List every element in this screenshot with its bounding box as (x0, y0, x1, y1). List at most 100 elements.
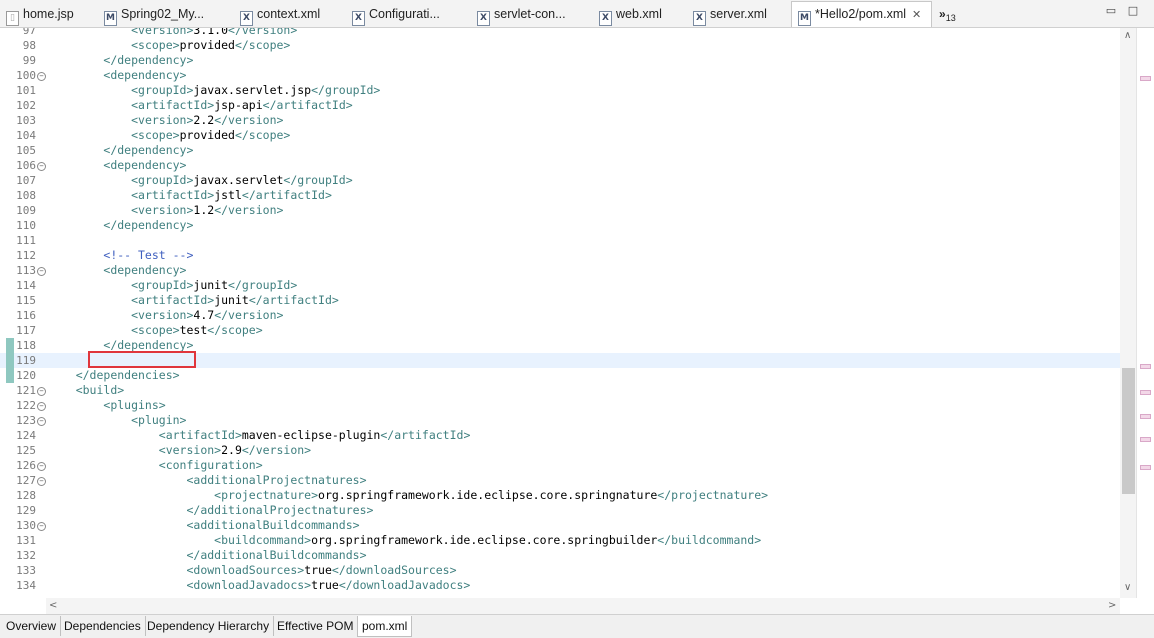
fold-toggle-icon[interactable]: − (37, 72, 46, 81)
tab-overflow-button[interactable]: »13 (939, 2, 969, 26)
code-line[interactable]: 116 <version>4.7</version> (0, 308, 1120, 323)
code-line[interactable]: 104 <scope>provided</scope> (0, 128, 1120, 143)
code-line[interactable]: 123− <plugin> (0, 413, 1120, 428)
code-line[interactable]: 125 <version>2.9</version> (0, 443, 1120, 458)
tab-effective-pom[interactable]: Effective POM (273, 616, 359, 636)
code-text: <additionalBuildcommands> (186, 518, 360, 532)
tab-dependency-hierarchy[interactable]: Dependency Hierarchy (143, 616, 275, 636)
tab-label: Configurati... (369, 7, 440, 21)
ruler-marker[interactable] (1140, 414, 1151, 419)
code-line[interactable]: 124 <artifactId>maven-eclipse-plugin</ar… (0, 428, 1120, 443)
code-line[interactable]: 114 <groupId>junit</groupId> (0, 278, 1120, 293)
code-line[interactable]: 130− <additionalBuildcommands> (0, 518, 1120, 533)
ruler-marker[interactable] (1140, 437, 1151, 442)
code-line[interactable]: 134 <downloadJavadocs>true</downloadJava… (0, 578, 1120, 593)
line-number: 123 (16, 414, 36, 427)
fold-toggle-icon[interactable]: − (37, 162, 46, 171)
tab-pom-xml[interactable]: pom.xml (357, 616, 413, 637)
horizontal-scrollbar[interactable]: < > (46, 598, 1120, 614)
tab-home-jsp[interactable]: ▯ home.jsp (6, 2, 96, 26)
tab-dependencies[interactable]: Dependencies (60, 616, 146, 636)
code-line[interactable]: 129 </additionalProjectnatures> (0, 503, 1120, 518)
code-text: </dependency> (103, 143, 194, 157)
code-line[interactable]: 107 <groupId>javax.servlet</groupId> (0, 173, 1120, 188)
code-text: <scope>provided</scope> (131, 128, 291, 142)
tab-overview[interactable]: Overview (2, 616, 62, 636)
code-line[interactable]: 99 </dependency> (0, 53, 1120, 68)
code-line[interactable]: 100− <dependency> (0, 68, 1120, 83)
fold-toggle-icon[interactable]: − (37, 387, 46, 396)
xml-file-icon: X (352, 11, 365, 26)
code-line[interactable]: 127− <additionalProjectnatures> (0, 473, 1120, 488)
fold-toggle-icon[interactable]: − (37, 267, 46, 276)
fold-toggle-icon[interactable]: − (37, 462, 46, 471)
scrollbar-thumb[interactable] (1122, 368, 1135, 494)
code-line[interactable]: 122− <plugins> (0, 398, 1120, 413)
code-line[interactable]: 98 <scope>provided</scope> (0, 38, 1120, 53)
tab-label: *Hello2/pom.xml (815, 7, 907, 21)
code-line[interactable]: 117 <scope>test</scope> (0, 323, 1120, 338)
code-line[interactable]: 113− <dependency> (0, 263, 1120, 278)
line-number: 117 (16, 324, 36, 337)
code-text: <plugin> (131, 413, 187, 427)
code-line[interactable]: 131 <buildcommand>org.springframework.id… (0, 533, 1120, 548)
code-line[interactable]: 97 <version>3.1.0</version> (0, 28, 1120, 38)
line-number: 99 (22, 54, 36, 67)
tab-label: home.jsp (23, 7, 74, 21)
tab-configuration[interactable]: X Configurati... (352, 2, 470, 26)
ruler-marker[interactable] (1140, 390, 1151, 395)
tab-label: context.xml (257, 7, 321, 21)
tab-context-xml[interactable]: Xcontext.xml (240, 2, 346, 26)
code-line[interactable]: 102 <artifactId>jsp-api</artifactId> (0, 98, 1120, 113)
code-line[interactable]: 106− <dependency> (0, 158, 1120, 173)
line-number: 109 (16, 204, 36, 217)
pom-editor-tabs: Overview Dependencies Dependency Hierarc… (0, 614, 1154, 638)
tab-web-xml[interactable]: Xweb.xml (599, 2, 691, 26)
tab-hello2-pom-xml[interactable]: M *Hello2/pom.xml ✕ (791, 1, 932, 27)
tab-spring02[interactable]: M Spring02_My... (104, 2, 232, 26)
scroll-down-icon[interactable]: ∨ (1124, 582, 1131, 593)
code-line[interactable]: 120 </dependencies> (0, 368, 1120, 383)
ruler-marker[interactable] (1140, 76, 1151, 81)
code-text: <artifactId>junit</artifactId> (131, 293, 339, 307)
line-number: 132 (16, 549, 36, 562)
code-line[interactable]: 133 <downloadSources>true</downloadSourc… (0, 563, 1120, 578)
vertical-scrollbar[interactable]: ∧ ∨ (1120, 28, 1136, 598)
tab-server-xml[interactable]: Xserver.xml (693, 2, 789, 26)
ruler-marker[interactable] (1140, 364, 1151, 369)
tab-label: servlet-con... (494, 7, 566, 21)
code-text: <buildcommand>org.springframework.ide.ec… (214, 533, 762, 547)
scroll-left-icon[interactable]: < (49, 600, 57, 611)
code-editor[interactable]: 97 <version>3.1.0</version> 98 <scope>pro… (0, 28, 1120, 598)
code-line[interactable]: 128 <projectnature>org.springframework.i… (0, 488, 1120, 503)
fold-toggle-icon[interactable]: − (37, 477, 46, 486)
minimize-icon[interactable]: ▭ (1104, 4, 1118, 18)
fold-toggle-icon[interactable]: − (37, 522, 46, 531)
code-line[interactable]: 103 <version>2.2</version> (0, 113, 1120, 128)
line-number: 119 (16, 354, 36, 367)
fold-toggle-icon[interactable]: − (37, 402, 46, 411)
line-number: 127 (16, 474, 36, 487)
code-line[interactable]: 111 (0, 233, 1120, 248)
code-line[interactable]: 115 <artifactId>junit</artifactId> (0, 293, 1120, 308)
code-line[interactable]: 101 <groupId>javax.servlet.jsp</groupId> (0, 83, 1120, 98)
scroll-up-icon[interactable]: ∧ (1124, 30, 1131, 41)
fold-toggle-icon[interactable]: − (37, 417, 46, 426)
tab-servlet-context[interactable]: Xservlet-con... (477, 2, 593, 26)
line-number: 134 (16, 579, 36, 592)
code-line[interactable]: 105 </dependency> (0, 143, 1120, 158)
code-line[interactable]: 121− <build> (0, 383, 1120, 398)
code-text: <version>3.1.0</version> (131, 28, 298, 37)
code-line[interactable]: 110 </dependency> (0, 218, 1120, 233)
code-line[interactable]: 132 </additionalBuildcommands> (0, 548, 1120, 563)
scroll-right-icon[interactable]: > (1108, 600, 1116, 611)
code-text: <dependency> (103, 263, 187, 277)
code-line[interactable]: 109 <version>1.2</version> (0, 203, 1120, 218)
code-text: <build> (75, 383, 125, 397)
ruler-marker[interactable] (1140, 465, 1151, 470)
maximize-icon[interactable]: □ (1126, 4, 1140, 18)
code-line[interactable]: 108 <artifactId>jstl</artifactId> (0, 188, 1120, 203)
code-line[interactable]: 112 <!-- Test --> (0, 248, 1120, 263)
close-icon[interactable]: ✕ (912, 9, 921, 21)
code-line[interactable]: 126− <configuration> (0, 458, 1120, 473)
